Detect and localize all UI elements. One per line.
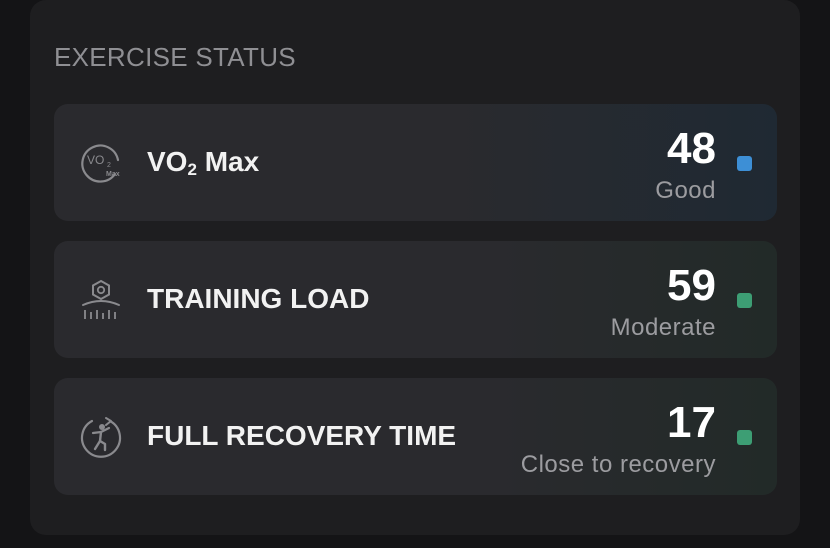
training-load-value: 59 (667, 261, 716, 310)
vo2-max-label: VO2 Max (147, 146, 259, 180)
recovery-time-card[interactable]: FULL RECOVERY TIME 17 Close to recovery (54, 378, 777, 495)
exercise-status-panel: EXERCISE STATUS VO 2 Max VO2 Max 48 Good… (30, 0, 800, 535)
vo2-max-icon: VO 2 Max (81, 144, 120, 183)
training-load-card[interactable]: TRAINING LOAD 59 Moderate (54, 241, 777, 358)
vo2-icon-subscript: 2 (107, 162, 111, 169)
recovery-time-icon (80, 417, 122, 458)
vo2-max-value: 48 (667, 124, 716, 173)
training-load-icon (82, 279, 120, 319)
vo2-label-rest: Max (196, 146, 260, 177)
training-load-label: TRAINING LOAD (147, 283, 370, 314)
vo2-icon-text: VO (87, 153, 104, 167)
vo2-max-status-indicator (737, 156, 752, 171)
training-load-status-indicator (737, 293, 752, 308)
vo2-label-main: VO (147, 146, 188, 177)
recovery-time-status: Close to recovery (520, 451, 716, 478)
recovery-time-status-indicator (737, 430, 752, 445)
vo2-max-status: Good (655, 177, 716, 204)
section-title: EXERCISE STATUS (54, 42, 296, 72)
recovery-time-value: 17 (667, 398, 716, 447)
recovery-time-label: FULL RECOVERY TIME (147, 420, 457, 451)
training-load-status: Moderate (610, 314, 716, 341)
vo2-icon-max-text: Max (106, 171, 120, 178)
vo2-max-card[interactable]: VO 2 Max VO2 Max 48 Good (54, 104, 777, 221)
vo2-label-subscript: 2 (187, 160, 197, 179)
